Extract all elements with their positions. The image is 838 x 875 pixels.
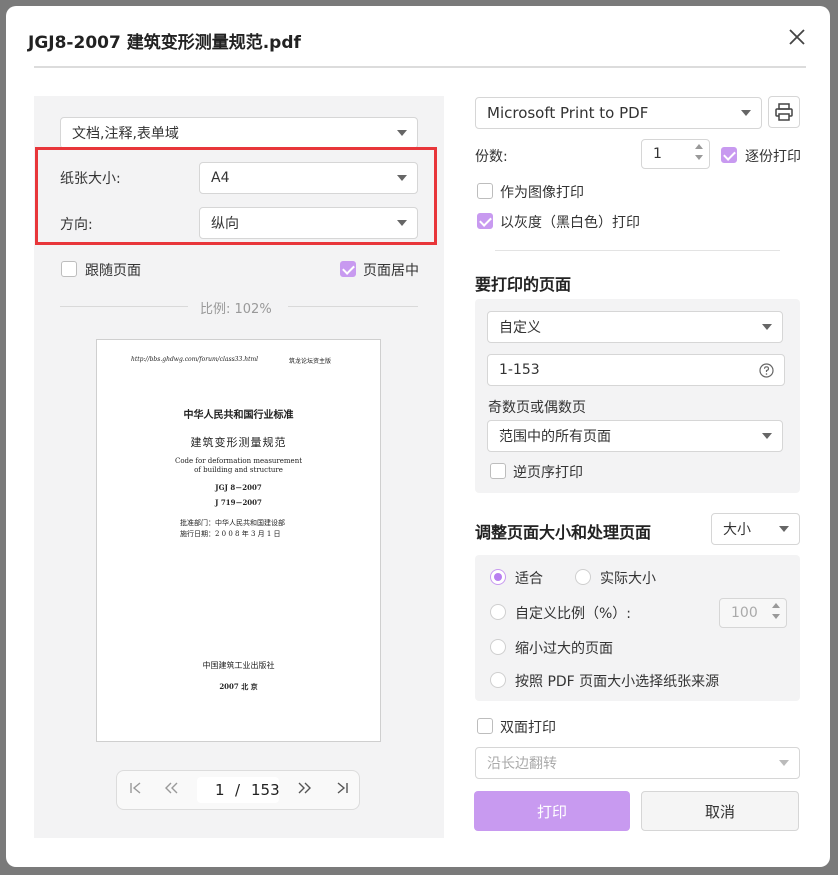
preview-line: J 719－2007	[215, 498, 262, 507]
print-as-image-checkbox[interactable]	[477, 183, 493, 199]
custom-scale-label: 自定义比例（%）:	[515, 606, 632, 622]
copies-label: 份数:	[475, 149, 508, 165]
duplex-checkbox[interactable]	[477, 718, 493, 734]
resize-mode-value: 大小	[723, 522, 751, 538]
page-preview: http://bbs.ghdwg.com/forum/class33.html …	[96, 339, 381, 742]
actual-size-label: 实际大小	[600, 571, 656, 587]
flip-value: 沿长边翻转	[487, 756, 557, 772]
dialog-title: JGJ8-2007 建筑变形测量规范.pdf	[28, 33, 301, 53]
preview-line: JGJ 8－2007	[215, 483, 262, 492]
previous-page-icon[interactable]	[163, 781, 179, 799]
page-number-field[interactable]: 1 / 153	[197, 777, 280, 803]
page-navigator: 1 / 153	[116, 770, 360, 810]
chevron-down-icon	[397, 130, 407, 136]
last-page-icon[interactable]	[335, 781, 349, 799]
title-divider	[34, 66, 806, 68]
chevron-down-icon	[762, 324, 772, 330]
highlight-box	[35, 147, 437, 245]
shrink-label: 缩小过大的页面	[515, 641, 613, 657]
flip-select[interactable]: 沿长边翻转	[475, 747, 800, 779]
help-icon[interactable]	[759, 363, 774, 382]
collate-label: 逐份打印	[745, 149, 801, 165]
copies-value: 1	[653, 146, 662, 162]
pages-mode-select[interactable]: 自定义	[487, 311, 783, 343]
resize-mode-select[interactable]: 大小	[711, 513, 800, 545]
print-button[interactable]: 打印	[474, 791, 630, 831]
preview-line: of building and structure	[194, 466, 283, 474]
pdf-source-label: 按照 PDF 页面大小选择纸张来源	[515, 674, 720, 690]
custom-scale-value: 100	[731, 605, 758, 621]
scale-text: 比例: 102%	[200, 302, 272, 317]
close-icon[interactable]	[786, 26, 808, 48]
preview-header-left: http://bbs.ghdwg.com/forum/class33.html	[131, 356, 259, 363]
section-divider	[495, 250, 780, 251]
center-page-checkbox[interactable]	[340, 261, 356, 277]
scale-divider-right	[288, 306, 418, 307]
pages-section-title: 要打印的页面	[475, 275, 572, 294]
total-pages: 153	[251, 781, 280, 799]
chevron-down-icon	[779, 760, 789, 766]
preview-line: 中华人民共和国行业标准	[183, 410, 294, 421]
preview-line: 施行日期：2 0 0 8 年 3 月 1 日	[180, 530, 281, 538]
follow-page-checkbox[interactable]	[61, 261, 77, 277]
follow-page-label: 跟随页面	[85, 263, 141, 279]
preview-line: 建筑变形测量规范	[190, 436, 287, 449]
preview-line: Code for deformation measurement	[174, 457, 303, 465]
print-as-image-label: 作为图像打印	[500, 185, 584, 201]
grayscale-label: 以灰度（黑白色）打印	[500, 215, 640, 231]
printer-select[interactable]: Microsoft Print to PDF	[475, 97, 762, 129]
odd-even-label: 奇数页或偶数页	[488, 400, 586, 416]
odd-even-value: 范围中的所有页面	[499, 429, 611, 445]
preview-header-right: 筑龙论坛资主版	[289, 358, 332, 365]
reverse-order-label: 逆页序打印	[513, 465, 583, 481]
custom-scale-radio[interactable]	[490, 604, 506, 620]
page-range-value: 1-153	[499, 362, 540, 378]
next-page-icon[interactable]	[297, 781, 313, 799]
shrink-radio[interactable]	[490, 639, 506, 655]
annotations-select-value: 文档,注释,表单域	[72, 126, 179, 142]
printer-icon	[774, 102, 794, 126]
preview-line: 2007 北 京	[219, 682, 258, 691]
stepper-arrows-icon[interactable]	[772, 603, 780, 619]
page-separator: /	[235, 781, 241, 799]
printer-properties-button[interactable]	[768, 96, 800, 128]
pdf-source-radio[interactable]	[490, 672, 506, 688]
cancel-button[interactable]: 取消	[641, 791, 799, 831]
reverse-order-checkbox[interactable]	[490, 463, 506, 479]
actual-size-radio[interactable]	[575, 569, 591, 585]
chevron-down-icon	[779, 526, 789, 532]
scale-divider-left	[60, 306, 188, 307]
chevron-down-icon	[762, 433, 772, 439]
grayscale-checkbox[interactable]	[477, 213, 493, 229]
printer-value: Microsoft Print to PDF	[487, 104, 649, 122]
stepper-arrows-icon[interactable]	[695, 144, 703, 160]
page-range-input[interactable]: 1-153	[487, 354, 785, 386]
first-page-icon[interactable]	[129, 781, 143, 799]
center-page-label: 页面居中	[363, 263, 419, 279]
fit-label: 适合	[515, 571, 543, 587]
odd-even-select[interactable]: 范围中的所有页面	[487, 420, 783, 452]
duplex-label: 双面打印	[500, 720, 556, 736]
annotations-select[interactable]: 文档,注释,表单域	[60, 117, 418, 149]
copies-stepper[interactable]: 1	[641, 139, 710, 169]
preview-line: 中国建筑工业出版社	[202, 661, 275, 670]
fit-radio[interactable]	[490, 569, 506, 585]
current-page: 1	[215, 781, 225, 799]
collate-checkbox[interactable]	[721, 147, 737, 163]
custom-scale-stepper[interactable]: 100	[719, 598, 787, 628]
preview-line: 批准部门：中华人民共和国建设部	[180, 519, 285, 527]
pages-mode-value: 自定义	[499, 320, 541, 336]
chevron-down-icon	[741, 110, 751, 116]
resize-section-title: 调整页面大小和处理页面	[475, 523, 652, 542]
